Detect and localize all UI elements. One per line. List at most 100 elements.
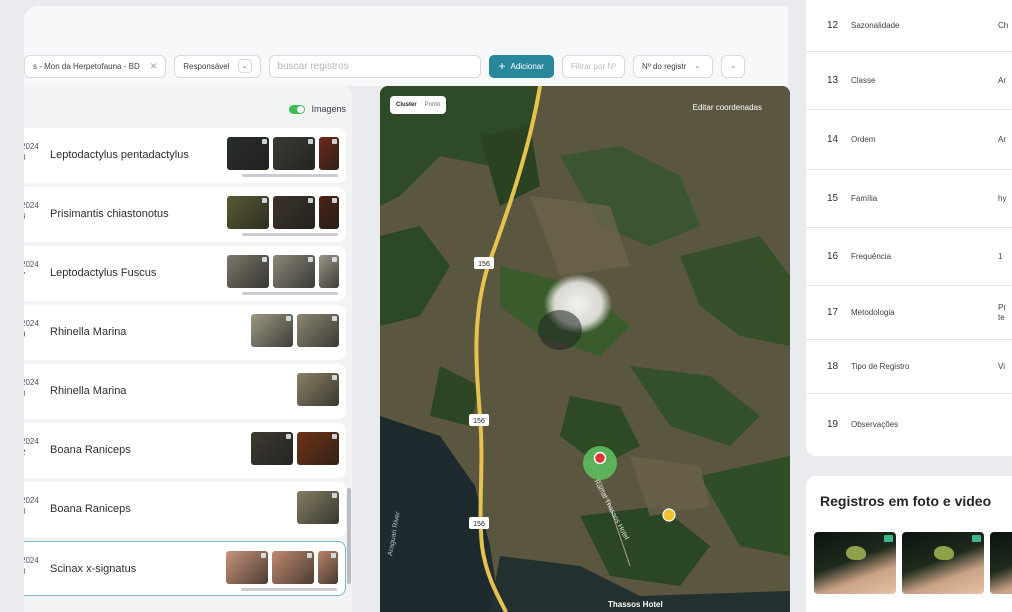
species-name: Leptodactylus Fuscus [50,267,157,279]
map-view[interactable]: 156 156 156 Ramal Thassos Hotel Araguari… [380,86,790,612]
map-mode-toggle[interactable]: Cluster Ponto [390,96,447,114]
dropdown-toggle[interactable]: ⌄ [721,54,746,78]
detail-value: 1 [998,252,1003,261]
list-scrollbar[interactable] [347,488,351,584]
detail-number: 16 [827,251,839,262]
species-name: Boana Raniceps [50,503,131,515]
record-date: 20248 [24,495,39,517]
detail-label: Ordem [851,135,876,144]
filter-by-number-input[interactable]: Filtrar por Nº [561,54,626,78]
record-photo-thumbnail[interactable] [272,551,314,584]
detail-value: Ar [998,135,1006,144]
record-date-suffix: 0 [24,388,39,399]
media-photo-thumbnail[interactable] [902,532,984,594]
media-type-icon [884,535,893,542]
add-button[interactable]: + Adicionar [488,54,554,78]
images-toggle-row[interactable]: Imagens [289,104,346,114]
list-item[interactable]: 20240 Scinax x-signatus [24,541,346,596]
thumbnail-scrollbar[interactable] [242,174,338,177]
media-photo-thumbnail[interactable] [814,532,896,594]
record-thumbnails [251,314,339,347]
search-input[interactable] [268,54,481,78]
record-photo-thumbnail[interactable] [318,551,338,584]
project-filter-chip[interactable]: s - Mon da Herpetofauna - BD ✕ [24,54,167,78]
record-photo-thumbnail[interactable] [319,255,339,288]
list-item[interactable]: 20248 Boana Raniceps [24,482,346,537]
record-photo-thumbnail[interactable] [251,314,293,347]
detail-number: 15 [827,193,839,204]
species-name: Rhinella Marina [50,385,127,397]
species-name: Boana Raniceps [50,444,131,456]
point-mode-button[interactable]: Ponto [421,100,445,110]
species-name: Rhinella Marina [50,326,127,338]
record-date-year: 2024 [24,319,39,328]
record-date-suffix: 3 [24,211,39,222]
detail-row: 15 Família hy [806,170,1012,228]
secondary-marker[interactable] [662,508,676,522]
record-photo-thumbnail[interactable] [273,196,315,229]
top-toolbar: s - Mon da Herpetofauna - BD ✕ Responsáv… [24,6,788,86]
detail-value: Pr te [998,303,1006,322]
thumbnail-scrollbar[interactable] [241,588,337,591]
list-item[interactable]: 20242 Boana Raniceps [24,423,346,478]
record-photo-thumbnail[interactable] [227,196,269,229]
record-date: 20242 [24,436,39,458]
detail-row: 16 Frequência 1 [806,228,1012,286]
records-list: 20248Leptodactylus pentadactylus20243Pri… [24,128,346,600]
record-photo-thumbnail[interactable] [226,551,268,584]
record-date-year: 2024 [24,496,39,505]
detail-number: 18 [827,361,839,372]
road-shield: 156 [469,414,489,426]
detail-row: 19 Observações [806,394,1012,456]
record-thumbnails [251,432,339,465]
record-photo-thumbnail[interactable] [273,255,315,288]
record-number-label: Nº do registr [642,61,687,71]
chevron-down-icon: ⌄ [694,63,701,70]
thumbnail-scrollbar[interactable] [242,292,338,295]
list-item[interactable]: 20249 Rhinella Marina [24,305,346,360]
list-item[interactable]: 20248 Leptodactylus pentadactylus [24,128,346,183]
close-icon[interactable]: ✕ [150,61,158,72]
detail-row: 12 Sazonalidade Ch [806,0,1012,52]
record-photo-thumbnail[interactable] [251,432,293,465]
road-shield-label: 156 [473,521,485,528]
filter-bar: s - Mon da Herpetofauna - BD ✕ Responsáv… [24,54,746,78]
record-date: 20240 [24,377,39,399]
record-photo-thumbnail[interactable] [297,373,339,406]
road-shield: 156 [469,517,489,529]
detail-number: 12 [827,20,839,31]
record-photo-thumbnail[interactable] [297,432,339,465]
record-date-suffix: 8 [24,152,39,163]
record-photo-thumbnail[interactable] [297,491,339,524]
record-date: 20248 [24,141,39,163]
detail-label: Tipo de Registro [851,362,910,371]
project-filter-label: s - Mon da Herpetofauna - BD [33,61,140,71]
record-date: 20249 [24,318,39,340]
responsible-label: Responsável [183,61,230,71]
detail-number: 14 [827,134,839,145]
images-toggle[interactable] [289,104,306,114]
record-details-panel: 12 Sazonalidade Ch 13 Classe Ar 14 Ordem Ar 15 Fam… [806,0,1012,456]
location-marker[interactable] [593,451,607,465]
images-toggle-label: Imagens [311,104,346,114]
satellite-map[interactable]: 156 156 156 Ramal Thassos Hotel Araguari… [380,86,790,612]
record-photo-thumbnail[interactable] [227,137,269,170]
cluster-mode-button[interactable]: Cluster [392,100,421,110]
record-date-year: 2024 [24,556,39,565]
record-number-select[interactable]: Nº do registr ⌄ [633,54,714,78]
record-photo-thumbnail[interactable] [319,137,339,170]
list-item[interactable]: 20247 Leptodactylus Fuscus [24,246,346,301]
detail-row: 13 Classe Ar [806,52,1012,110]
thumbnail-scrollbar[interactable] [242,233,338,236]
record-photo-thumbnail[interactable] [227,255,269,288]
media-photo-thumbnail[interactable] [990,532,1012,594]
responsible-select[interactable]: Responsável ⌄ [174,54,261,78]
list-item[interactable]: 20243 Prisimantis chiastonotus [24,187,346,242]
edit-coordinates-link[interactable]: Editar coordenadas [693,103,762,112]
record-photo-thumbnail[interactable] [297,314,339,347]
detail-number: 13 [827,75,839,86]
list-item[interactable]: 20240 Rhinella Marina [24,364,346,419]
record-photo-thumbnail[interactable] [319,196,339,229]
species-name: Scinax x-signatus [50,563,137,575]
record-photo-thumbnail[interactable] [273,137,315,170]
